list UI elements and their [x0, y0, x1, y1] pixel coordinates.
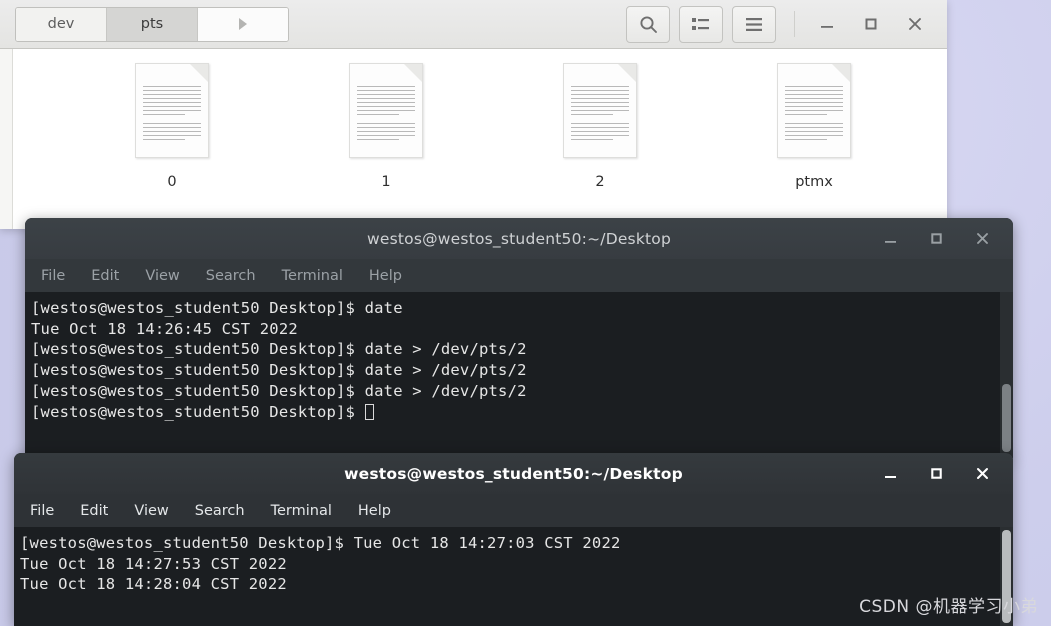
file-label: 2 — [595, 174, 605, 190]
file-item[interactable]: 2 — [493, 63, 707, 229]
terminal-1-title: westos@westos_student50:~/Desktop — [366, 229, 672, 248]
document-fold-corner — [618, 64, 636, 82]
terminal-1-menubar: File Edit View Search Terminal Help — [25, 259, 1013, 292]
menu-search[interactable]: Search — [206, 268, 256, 284]
text-cursor — [364, 403, 374, 420]
file-label: ptmx — [795, 174, 833, 190]
minimize-button[interactable] — [867, 218, 913, 259]
file-manager-window: dev pts 0 1 2 ptmx — [0, 0, 947, 229]
menu-view[interactable]: View — [145, 268, 179, 284]
file-grid: 0 1 2 ptmx — [13, 49, 947, 229]
file-item[interactable]: ptmx — [707, 63, 921, 229]
terminal-line: [westos@westos_student50 Desktop]$ date — [31, 299, 403, 317]
maximize-button[interactable] — [913, 218, 959, 259]
menu-search[interactable]: Search — [195, 503, 245, 519]
breadcrumb-item-pts[interactable]: pts — [107, 7, 198, 41]
terminal-1-titlebar[interactable]: westos@westos_student50:~/Desktop — [25, 218, 1013, 259]
file-manager-sidebar — [0, 49, 13, 229]
terminal-window-2: westos@westos_student50:~/Desktop File E… — [14, 453, 1013, 626]
terminal-2-scrollbar[interactable] — [1000, 527, 1013, 626]
file-label: 0 — [167, 174, 177, 190]
terminal-line: [westos@westos_student50 Desktop]$ date … — [31, 340, 527, 359]
hamburger-menu-icon — [746, 17, 762, 31]
close-button[interactable] — [893, 4, 937, 44]
document-icon — [777, 63, 851, 158]
document-text-lines — [571, 86, 629, 143]
terminal-line: Tue Oct 18 14:27:53 CST 2022 — [20, 554, 287, 573]
minimize-icon — [884, 240, 896, 243]
menu-edit[interactable]: Edit — [80, 503, 108, 519]
document-text-lines — [785, 86, 843, 143]
view-list-button[interactable] — [679, 5, 723, 43]
scrollbar-thumb[interactable] — [1002, 384, 1011, 452]
breadcrumb: dev pts — [15, 6, 289, 42]
document-text-lines — [357, 86, 415, 143]
menu-button[interactable] — [732, 5, 776, 43]
terminal-2-title: westos@westos_student50:~/Desktop — [344, 464, 683, 483]
menu-terminal[interactable]: Terminal — [271, 503, 332, 519]
minimize-icon — [821, 26, 833, 28]
file-label: 1 — [381, 174, 391, 190]
close-icon — [976, 233, 988, 244]
search-button[interactable] — [626, 5, 670, 43]
terminal-1-window-controls — [867, 218, 1005, 259]
terminal-prompt-line: [westos@westos_student50 Desktop]$ — [31, 402, 1013, 423]
document-icon — [135, 63, 209, 158]
terminal-line: [westos@westos_student50 Desktop]$ date … — [31, 381, 527, 400]
maximize-icon — [930, 233, 942, 244]
document-text-lines — [143, 86, 201, 143]
minimize-button[interactable] — [867, 453, 913, 494]
maximize-button[interactable] — [849, 4, 893, 44]
list-view-icon — [692, 18, 709, 30]
terminal-line: [westos@westos_student50 Desktop]$ Tue O… — [20, 534, 621, 552]
menu-file[interactable]: File — [30, 503, 54, 519]
breadcrumb-label: pts — [140, 16, 164, 32]
prompt-text: [westos@westos_student50 Desktop]$ — [31, 402, 365, 421]
terminal-2-titlebar[interactable]: westos@westos_student50:~/Desktop — [14, 453, 1013, 494]
scrollbar-thumb[interactable] — [1002, 530, 1011, 623]
menu-help[interactable]: Help — [358, 503, 391, 519]
triangle-right-icon — [239, 18, 247, 30]
menu-file[interactable]: File — [41, 268, 65, 284]
document-fold-corner — [190, 64, 208, 82]
close-button[interactable] — [959, 218, 1005, 259]
document-fold-corner — [832, 64, 850, 82]
file-item[interactable]: 1 — [279, 63, 493, 229]
menu-view[interactable]: View — [134, 503, 168, 519]
maximize-button[interactable] — [913, 453, 959, 494]
minimize-icon — [884, 475, 896, 478]
terminal-line: Tue Oct 18 14:28:04 CST 2022 — [20, 575, 287, 594]
document-icon — [563, 63, 637, 158]
close-button[interactable] — [959, 453, 1005, 494]
minimize-button[interactable] — [805, 4, 849, 44]
terminal-1-scrollbar[interactable] — [1000, 292, 1013, 458]
terminal-line: [westos@westos_student50 Desktop]$ date … — [31, 361, 527, 380]
file-manager-body: 0 1 2 ptmx — [0, 49, 947, 229]
menu-help[interactable]: Help — [369, 268, 402, 284]
breadcrumb-item-dev[interactable]: dev — [16, 7, 107, 41]
menu-edit[interactable]: Edit — [91, 268, 119, 284]
close-icon — [976, 468, 988, 479]
close-icon — [909, 18, 921, 30]
breadcrumb-forward-button[interactable] — [198, 7, 288, 41]
toolbar-divider — [794, 11, 795, 37]
maximize-icon — [865, 18, 877, 30]
terminal-line: Tue Oct 18 14:26:45 CST 2022 — [31, 319, 298, 338]
file-item[interactable]: 0 — [65, 63, 279, 229]
maximize-icon — [930, 468, 942, 479]
file-manager-headerbar: dev pts — [0, 0, 947, 49]
search-icon — [639, 15, 657, 33]
terminal-1-screen[interactable]: [westos@westos_student50 Desktop]$ date … — [25, 292, 1013, 458]
document-fold-corner — [404, 64, 422, 82]
breadcrumb-label: dev — [47, 16, 75, 32]
terminal-2-menubar: File Edit View Search Terminal Help — [14, 494, 1013, 527]
terminal-2-screen[interactable]: [westos@westos_student50 Desktop]$ Tue O… — [14, 527, 1013, 626]
terminal-window-1: westos@westos_student50:~/Desktop File E… — [25, 218, 1013, 458]
menu-terminal[interactable]: Terminal — [282, 268, 343, 284]
document-icon — [349, 63, 423, 158]
terminal-2-window-controls — [867, 453, 1005, 494]
